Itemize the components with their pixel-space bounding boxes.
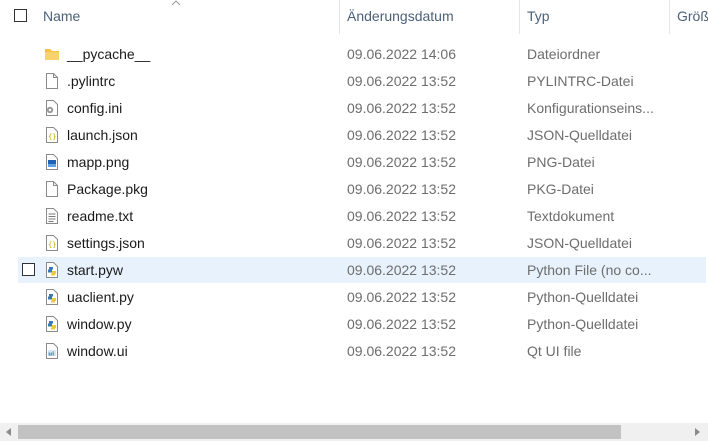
file-date: 09.06.2022 13:52	[347, 73, 456, 89]
file-row[interactable]: __pycache__ 09.06.2022 14:06 Dateiordner	[18, 41, 706, 67]
file-name[interactable]: __pycache__	[67, 46, 150, 62]
file-row[interactable]: Package.pkg 09.06.2022 13:52 PKG-Datei	[18, 176, 706, 202]
file-date: 09.06.2022 13:52	[347, 316, 456, 332]
file-row[interactable]: window.py 09.06.2022 13:52 Python-Quelldat…	[18, 311, 706, 337]
file-type: Python-Quelldatei	[527, 289, 639, 305]
blank-file-icon	[43, 180, 61, 198]
column-header-date[interactable]: Änderungsdatum	[347, 8, 454, 24]
file-name[interactable]: launch.json	[67, 127, 138, 143]
file-name[interactable]: .pylintrc	[67, 73, 115, 89]
file-name[interactable]: settings.json	[67, 235, 145, 251]
svg-text:{}: {}	[48, 241, 56, 249]
file-date: 09.06.2022 13:52	[347, 343, 456, 359]
column-divider[interactable]	[669, 0, 670, 34]
blank-file-icon	[43, 72, 61, 90]
file-name[interactable]: uaclient.py	[67, 289, 134, 305]
select-all-checkbox[interactable]	[14, 9, 27, 22]
file-name[interactable]: Package.pkg	[67, 181, 148, 197]
python-file-icon	[43, 315, 61, 333]
file-type: Konfigurationseins...	[527, 100, 654, 116]
file-row[interactable]: {} settings.json 09.06.2022 13:52 JSON-Quel…	[18, 230, 706, 256]
scroll-right-icon[interactable]	[692, 427, 702, 437]
column-header-bar: Name Änderungsdatum Typ Größ	[0, 0, 708, 34]
folder-icon	[43, 45, 61, 63]
json-file-icon: {}	[43, 234, 61, 252]
json-file-icon: {}	[43, 126, 61, 144]
file-name[interactable]: config.ini	[67, 100, 122, 116]
file-name[interactable]: window.ui	[67, 343, 128, 359]
file-row[interactable]: ui window.ui 09.06.2022 13:52 Qt UI file	[18, 338, 706, 364]
file-row[interactable]: .pylintrc 09.06.2022 13:52 PYLINTRC-Datei	[18, 68, 706, 94]
column-header-name[interactable]: Name	[43, 8, 80, 24]
file-name[interactable]: mapp.png	[67, 154, 129, 170]
sort-ascending-icon	[171, 0, 181, 6]
file-type: PYLINTRC-Datei	[527, 73, 634, 89]
file-row[interactable]: uaclient.py 09.06.2022 13:52 Python-Quelld…	[18, 284, 706, 310]
file-date: 09.06.2022 13:52	[347, 127, 456, 143]
file-date: 09.06.2022 13:52	[347, 100, 456, 116]
file-type: Dateiordner	[527, 46, 601, 62]
file-type: Qt UI file	[527, 343, 582, 359]
ui-file-icon: ui	[43, 342, 61, 360]
python-file-icon	[43, 288, 61, 306]
file-row[interactable]: config.ini 09.06.2022 13:52 Konfigurations…	[18, 95, 706, 121]
svg-text:ui: ui	[48, 351, 54, 357]
settings-file-icon	[43, 99, 61, 117]
file-date: 09.06.2022 13:52	[347, 208, 456, 224]
column-header-size[interactable]: Größ	[677, 8, 708, 24]
file-date: 09.06.2022 13:52	[347, 235, 456, 251]
file-type: JSON-Quelldatei	[527, 127, 633, 143]
file-date: 09.06.2022 13:52	[347, 181, 456, 197]
file-row[interactable]: start.pyw 09.06.2022 13:52 Python File (no…	[18, 257, 706, 283]
column-divider[interactable]	[339, 0, 340, 34]
image-file-icon	[43, 153, 61, 171]
file-row[interactable]: mapp.png 09.06.2022 13:52 PNG-Datei	[18, 149, 706, 175]
column-header-type[interactable]: Typ	[527, 8, 550, 24]
svg-text:{}: {}	[48, 133, 56, 141]
scrollbar-thumb[interactable]	[18, 425, 621, 439]
file-type: JSON-Quelldatei	[527, 235, 633, 251]
file-row[interactable]: readme.txt 09.06.2022 13:52 Textdokument	[18, 203, 706, 229]
file-type: PNG-Datei	[527, 154, 595, 170]
column-divider[interactable]	[519, 0, 520, 34]
horizontal-scrollbar[interactable]	[0, 423, 708, 441]
file-date: 09.06.2022 13:52	[347, 289, 456, 305]
python-file-icon	[43, 261, 61, 279]
file-type: Python-Quelldatei	[527, 316, 639, 332]
file-type: PKG-Datei	[527, 181, 594, 197]
file-date: 09.06.2022 13:52	[347, 154, 456, 170]
file-name[interactable]: start.pyw	[67, 262, 123, 278]
file-type: Textdokument	[527, 208, 615, 224]
scroll-left-icon[interactable]	[4, 427, 14, 437]
text-file-icon	[43, 207, 61, 225]
file-name[interactable]: readme.txt	[67, 208, 133, 224]
row-checkbox[interactable]	[22, 263, 35, 276]
file-name[interactable]: window.py	[67, 316, 132, 332]
file-type: Python File (no co...	[527, 262, 652, 278]
file-row[interactable]: {} launch.json 09.06.2022 13:52 JSON-Quelld…	[18, 122, 706, 148]
file-date: 09.06.2022 14:06	[347, 46, 456, 62]
file-date: 09.06.2022 13:52	[347, 262, 456, 278]
